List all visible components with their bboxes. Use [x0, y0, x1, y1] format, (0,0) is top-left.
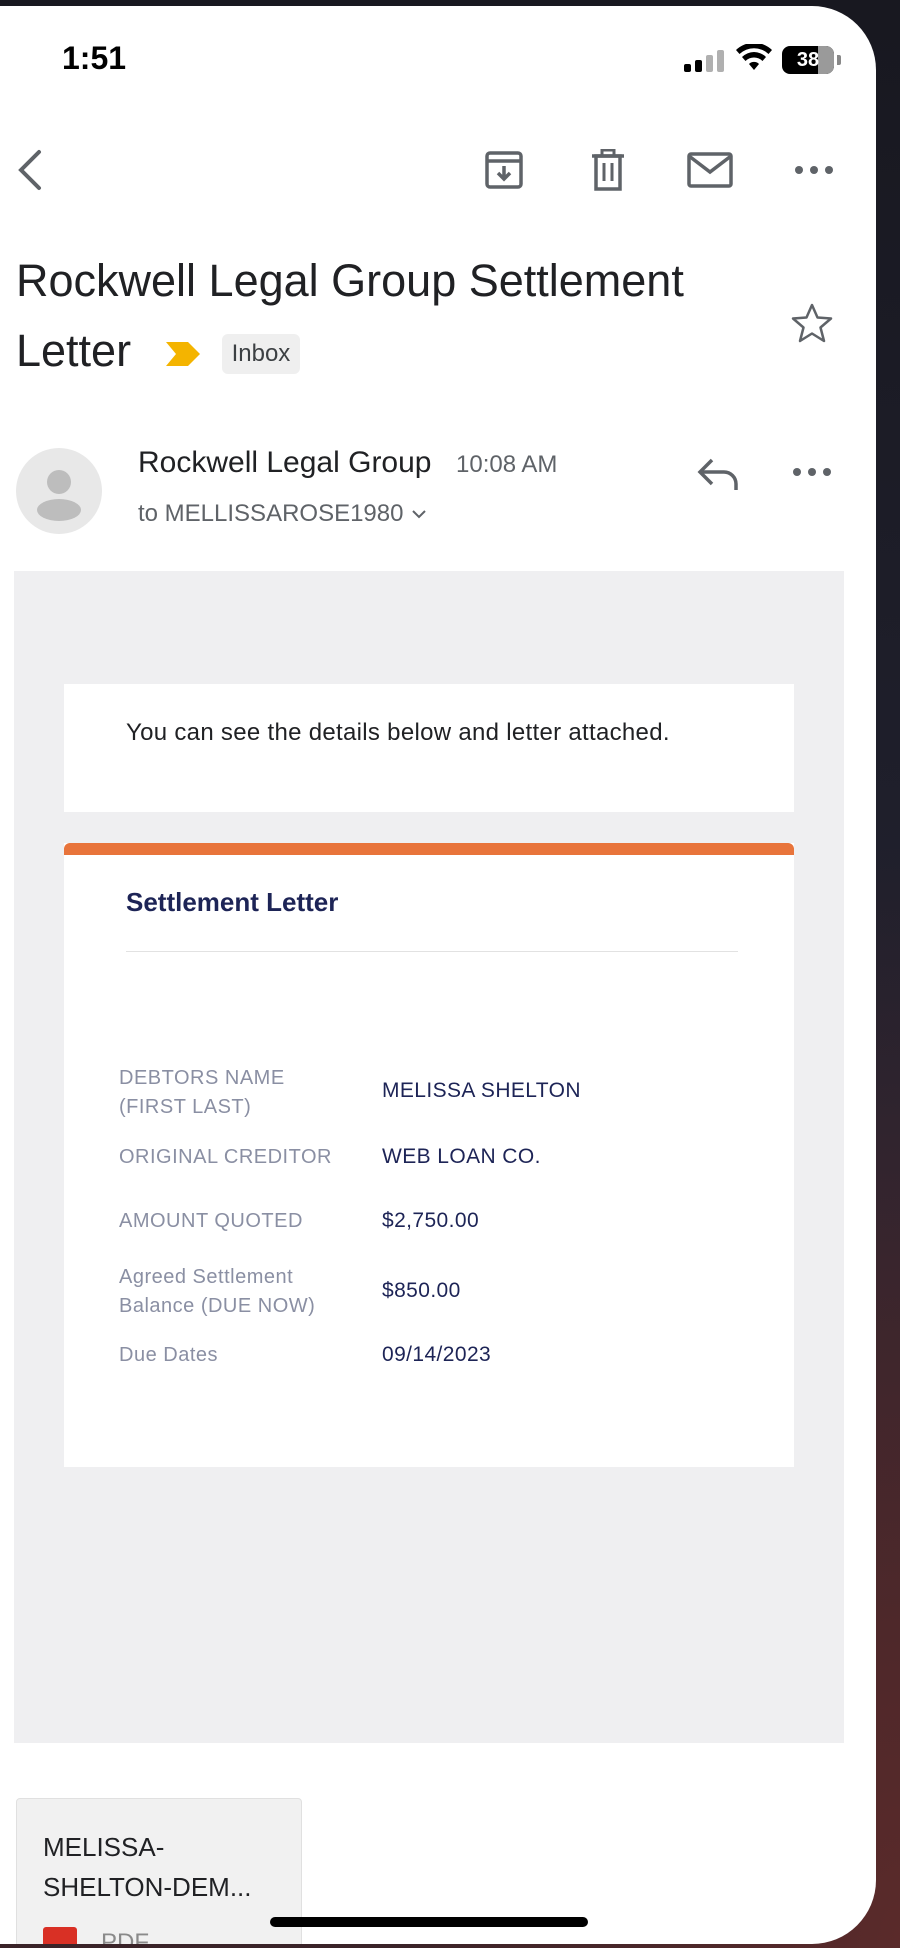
archive-icon: [485, 151, 523, 189]
pdf-icon: [43, 1927, 77, 1944]
status-time: 1:51: [62, 40, 127, 76]
trash-icon: [592, 149, 624, 191]
row-value-debtor: MELISSA SHELTON: [382, 1079, 581, 1102]
battery-icon: 38: [782, 46, 834, 74]
status-bar: 1:51 38: [0, 6, 876, 106]
back-icon: [18, 150, 41, 190]
letter-title: Settlement Letter: [126, 887, 339, 917]
important-marker-icon: [165, 342, 200, 367]
star-button[interactable]: [790, 302, 834, 349]
more-icon: [793, 468, 831, 476]
sender-avatar[interactable]: [16, 448, 102, 534]
attachment-name: MELISSA-SHELTON-DEM...: [43, 1832, 252, 1902]
phone-screen: 1:51 38 Rockwell Legal Group Settlement …: [0, 6, 876, 1944]
row-label-amount: AMOUNT QUOTED: [119, 1210, 303, 1232]
back-button[interactable]: [6, 146, 54, 194]
attachment-type: PDF: [101, 1929, 149, 1944]
settlement-letter-card: Settlement Letter DEBTORS NAME (FIRST LA…: [64, 843, 794, 1467]
message-more-button[interactable]: [792, 464, 832, 482]
sent-time: 10:08 AM: [456, 451, 558, 478]
reply-button[interactable]: [696, 456, 740, 497]
row-value-creditor: WEB LOAN CO.: [382, 1145, 541, 1168]
sender-name[interactable]: Rockwell Legal Group: [138, 446, 431, 480]
person-icon: [37, 470, 81, 521]
inbox-label-badge[interactable]: Inbox: [221, 334, 301, 375]
mark-unread-button[interactable]: [686, 146, 734, 194]
intro-card: You can see the details below and letter…: [64, 684, 794, 812]
recipient-details[interactable]: to MELLISSAROSE1980: [138, 500, 427, 528]
email-body: You can see the details below and letter…: [14, 571, 844, 1743]
battery-cap: [837, 55, 841, 65]
email-subject: Rockwell Legal Group Settlement Letter I…: [16, 246, 756, 386]
attachment-card[interactable]: MELISSA-SHELTON-DEM... PDF: [16, 1798, 302, 1944]
recipient-text: to MELLISSAROSE1980: [138, 500, 404, 527]
accent-bar: [64, 843, 794, 855]
archive-button[interactable]: [480, 146, 528, 194]
intro-text: You can see the details below and letter…: [126, 719, 670, 746]
cellular-signal-icon: [684, 50, 726, 72]
subject-text: Rockwell Legal Group Settlement Letter: [16, 255, 684, 376]
more-options-button[interactable]: [790, 146, 838, 194]
row-value-due: 09/14/2023: [382, 1343, 492, 1366]
star-icon: [791, 303, 833, 343]
divider: [126, 951, 738, 952]
row-label-due: Due Dates: [119, 1344, 218, 1366]
row-value-balance: $850.00: [382, 1279, 461, 1302]
reply-icon: [697, 458, 738, 490]
battery-level: 38: [796, 48, 820, 71]
chevron-down-icon: [412, 510, 427, 519]
row-label-creditor: ORIGINAL CREDITOR: [119, 1146, 332, 1168]
row-label-balance: Agreed Settlement Balance (DUE NOW): [119, 1266, 316, 1317]
more-icon: [795, 166, 833, 174]
row-value-amount: $2,750.00: [382, 1209, 480, 1232]
wifi-icon: [736, 44, 772, 70]
mail-icon: [687, 152, 733, 188]
home-indicator[interactable]: [270, 1917, 588, 1927]
delete-button[interactable]: [584, 146, 632, 194]
row-label-debtor: DEBTORS NAME (FIRST LAST): [119, 1067, 285, 1118]
